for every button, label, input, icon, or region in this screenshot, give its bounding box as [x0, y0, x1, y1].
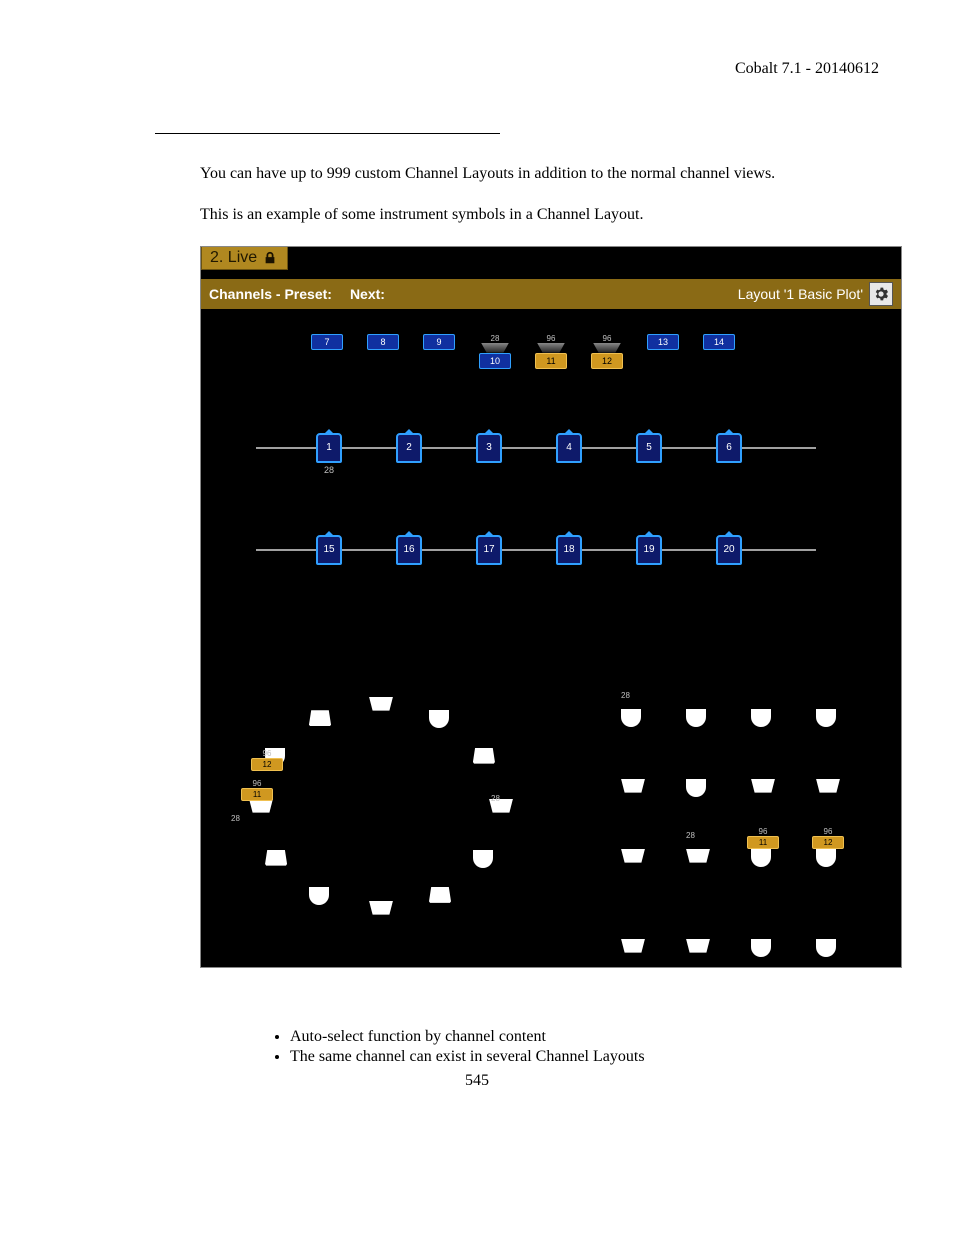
circle-label: 9612: [251, 749, 283, 771]
grid-fixture[interactable]: [751, 939, 771, 957]
circle-label: 28: [491, 794, 500, 803]
channel-number: 11: [535, 353, 567, 369]
bar-fixture-15[interactable]: 15: [316, 535, 342, 565]
bar-fixture-3[interactable]: 3: [476, 433, 502, 463]
beam-icon: [481, 343, 509, 353]
channel-number: 10: [479, 353, 511, 369]
circle-fixture[interactable]: [473, 748, 495, 764]
grid-fixture[interactable]: [621, 939, 645, 953]
beam-icon: [537, 343, 565, 353]
gear-icon: [874, 287, 888, 301]
grid-label: 9612: [812, 827, 844, 849]
tab-live[interactable]: 2. Live: [201, 247, 288, 270]
tab-label: 2. Live: [210, 249, 257, 267]
circle-label: 28: [231, 814, 240, 823]
channel-number: 9: [423, 334, 455, 350]
grid-fixture[interactable]: [751, 779, 775, 793]
channel-number: 7: [311, 334, 343, 350]
toolbar: Channels - Preset: Next: Layout '1 Basic…: [201, 279, 901, 309]
bar-fixture-6[interactable]: 6: [716, 433, 742, 463]
page-number: 545: [75, 1072, 879, 1090]
circle-fixture[interactable]: [429, 710, 449, 728]
grid-fixture[interactable]: [816, 709, 836, 727]
grid-fixture[interactable]: [751, 709, 771, 727]
circle-fixture[interactable]: [265, 850, 287, 866]
bullet-1: Auto-select function by channel content: [290, 1028, 879, 1046]
grid-fixture[interactable]: [751, 849, 771, 867]
grid-label: 9611: [747, 827, 779, 849]
value-label: 96: [547, 334, 556, 343]
settings-button[interactable]: [869, 282, 893, 306]
grid-label: 28: [621, 691, 630, 700]
beam-icon: [593, 343, 621, 353]
circle-fixture[interactable]: [369, 901, 393, 915]
channel-number: 12: [591, 353, 623, 369]
bar-fixture-16[interactable]: 16: [396, 535, 422, 565]
value-label: 28: [318, 465, 340, 475]
bar-fixture-19[interactable]: 19: [636, 535, 662, 565]
toolbar-layout-name: Layout '1 Basic Plot': [738, 286, 863, 302]
fixture-top-9[interactable]: 9: [423, 334, 455, 350]
lock-icon: [263, 251, 277, 265]
paragraph-1: You can have up to 999 custom Channel La…: [200, 164, 879, 185]
channel-number: 13: [647, 334, 679, 350]
circle-label: 9611: [241, 779, 273, 801]
grid-fixture[interactable]: [686, 849, 710, 863]
bar-fixture-20[interactable]: 20: [716, 535, 742, 565]
circle-fixture[interactable]: [249, 799, 273, 813]
value-label: 96: [603, 334, 612, 343]
bullet-list: Auto-select function by channel content …: [250, 1028, 879, 1066]
value-label: 28: [491, 334, 500, 343]
grid-fixture[interactable]: [686, 709, 706, 727]
fixture-top-10[interactable]: 28 10: [479, 334, 511, 369]
grid-fixture[interactable]: [621, 709, 641, 727]
circle-fixture[interactable]: [309, 710, 331, 726]
bar-fixture-2[interactable]: 2: [396, 433, 422, 463]
bar-fixture-1[interactable]: 128: [316, 433, 342, 463]
channel-number: 14: [703, 334, 735, 350]
fixture-top-12[interactable]: 96 12: [591, 334, 623, 369]
separator: [155, 133, 500, 134]
fixture-top-8[interactable]: 8: [367, 334, 399, 350]
circle-fixture[interactable]: [369, 697, 393, 711]
fixture-top-11[interactable]: 96 11: [535, 334, 567, 369]
bar-fixture-4[interactable]: 4: [556, 433, 582, 463]
bar-fixture-5[interactable]: 5: [636, 433, 662, 463]
fixture-top-7[interactable]: 7: [311, 334, 343, 350]
bar-fixture-18[interactable]: 18: [556, 535, 582, 565]
app-screenshot: 2. Live Channels - Preset: Next: Layout …: [200, 246, 902, 968]
bar-fixture-17[interactable]: 17: [476, 535, 502, 565]
layout-canvas: 7 8 9 28 10 96 11 96 12 13 14 128 2 3 4 5 6 15 16 17 18 19 2…: [201, 309, 901, 967]
fixture-top-14[interactable]: 14: [703, 334, 735, 350]
circle-fixture[interactable]: [429, 887, 451, 903]
grid-fixture[interactable]: [816, 939, 836, 957]
grid-label: 28: [686, 831, 695, 840]
grid-fixture[interactable]: [621, 849, 645, 863]
circle-fixture[interactable]: [309, 887, 329, 905]
channel-number: 8: [367, 334, 399, 350]
grid-fixture[interactable]: [686, 939, 710, 953]
toolbar-channels-label: Channels - Preset:: [209, 286, 332, 302]
toolbar-next-label: Next:: [350, 286, 385, 302]
bullet-2: The same channel can exist in several Ch…: [290, 1048, 879, 1066]
grid-fixture[interactable]: [816, 849, 836, 867]
grid-fixture[interactable]: [816, 779, 840, 793]
fixture-top-13[interactable]: 13: [647, 334, 679, 350]
grid-fixture[interactable]: [686, 779, 706, 797]
circle-fixture[interactable]: [473, 850, 493, 868]
grid-fixture[interactable]: [621, 779, 645, 793]
page-header: Cobalt 7.1 - 20140612: [75, 60, 879, 78]
paragraph-2: This is an example of some instrument sy…: [200, 205, 879, 226]
